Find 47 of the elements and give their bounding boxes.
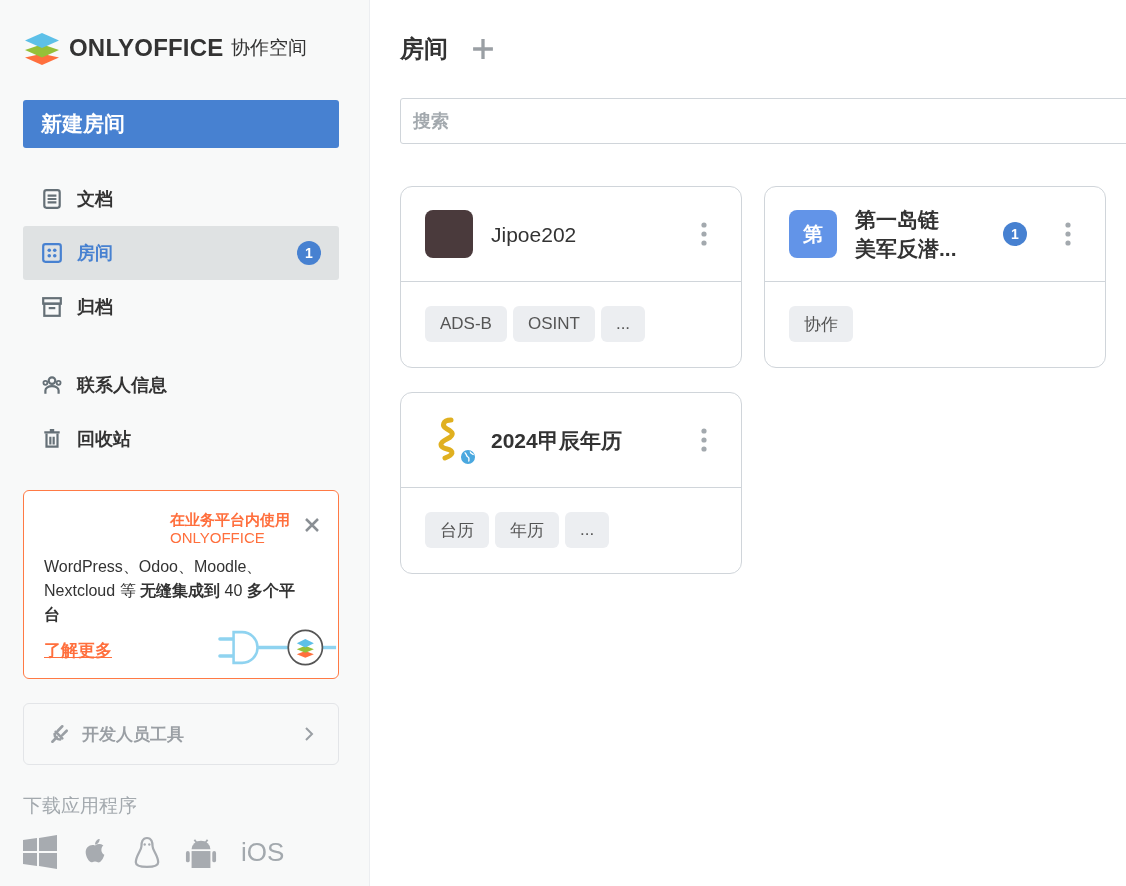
download-label: 下载应用程序 <box>23 794 138 818</box>
nav-item[interactable]: 文档 <box>23 172 339 226</box>
room-title: 2024甲辰年历 <box>491 427 623 454</box>
room-card[interactable]: 第 第一岛链 美军反潜... 1 协作 <box>764 186 1106 368</box>
people-icon <box>41 374 63 396</box>
document-icon <box>41 188 63 210</box>
nav-item[interactable]: 归档 <box>23 280 339 334</box>
more-options-icon[interactable] <box>1065 222 1071 246</box>
nav-item[interactable]: 房间 1 <box>23 226 339 280</box>
tag[interactable]: ... <box>565 512 610 548</box>
count-badge: 1 <box>297 241 321 265</box>
search-field[interactable]: 搜索 <box>400 98 1126 144</box>
product-name: 协作空间 <box>231 36 308 60</box>
promo-subtitle: ONLYOFFICE <box>170 529 266 547</box>
tag[interactable]: ... <box>600 306 646 342</box>
archive-icon <box>41 296 63 318</box>
tag[interactable]: OSINT <box>512 306 595 342</box>
promo-title: 在业务平台内使用 <box>170 511 290 529</box>
layers-logo-icon <box>23 31 61 65</box>
grid-icon <box>41 242 63 264</box>
room-card[interactable]: 2024甲辰年历 台历 年历 ... <box>400 392 742 574</box>
room-avatar: 第 <box>789 210 837 258</box>
promo-text: WordPress、Odoo、Moodle、Nextcloud 等 无缝集成到 40 多个平台 <box>44 557 296 625</box>
new-room-button[interactable]: 新建房间 <box>23 100 339 148</box>
photo-placeholder <box>425 210 473 258</box>
room-title: 第一岛链 <box>855 207 940 233</box>
room-title: Jipoe202 <box>491 221 578 248</box>
close-icon[interactable] <box>304 517 320 533</box>
tag[interactable]: ADS-B <box>425 306 507 342</box>
tag[interactable]: 台历 <box>425 512 489 548</box>
room-card[interactable]: Jipoe202 ADS-B OSINT ... <box>400 186 742 368</box>
tag[interactable]: 年历 <box>495 512 559 548</box>
page-title: 房间 <box>400 34 448 64</box>
count-badge: 1 <box>1003 222 1027 246</box>
nav-item[interactable]: 联系人信息 <box>23 358 339 412</box>
more-options-icon[interactable] <box>701 428 707 452</box>
chevron-right-icon <box>304 726 314 742</box>
globe-icon <box>459 448 477 466</box>
nav-item[interactable]: 回收站 <box>23 412 339 466</box>
trash-icon <box>41 428 63 450</box>
room-title: 美军反潜... <box>855 236 958 262</box>
more-options-icon[interactable] <box>701 222 707 246</box>
brand-name: ONLYOFFICE <box>69 34 224 62</box>
plus-icon[interactable] <box>472 38 494 60</box>
tag[interactable]: 协作 <box>789 306 853 342</box>
windows-icon[interactable] <box>23 835 57 869</box>
plug-icon <box>48 723 70 745</box>
